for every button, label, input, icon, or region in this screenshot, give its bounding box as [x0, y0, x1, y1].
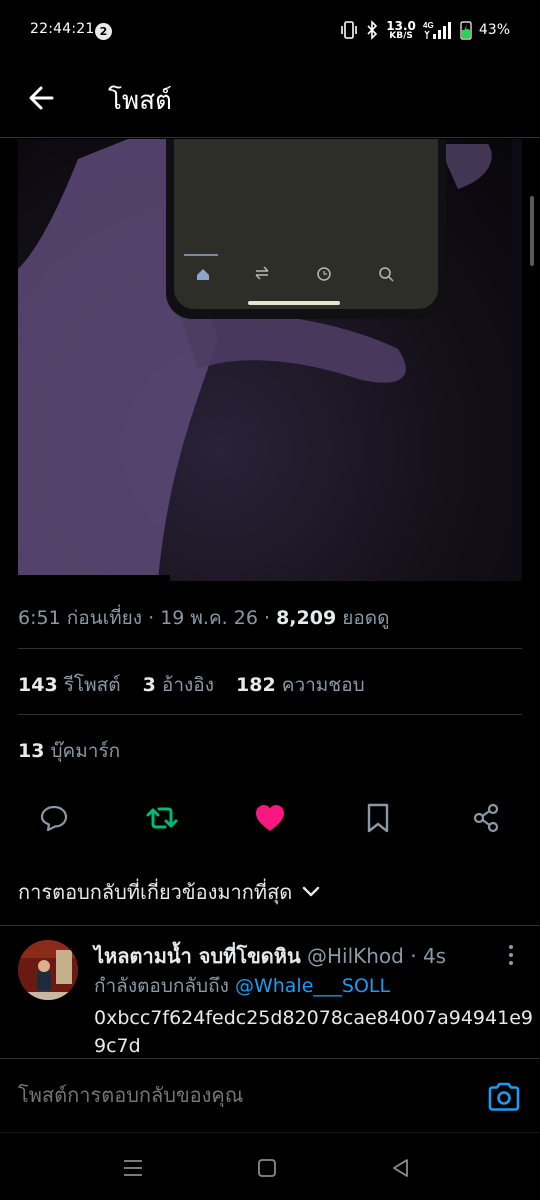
bookmark-count: 13	[18, 740, 45, 762]
repost-label: รีโพสต์	[63, 674, 121, 696]
view-count: 8,209	[276, 607, 337, 629]
bookmark-label: บุ๊คมาร์ก	[50, 740, 121, 762]
quote-label: อ้างอิง	[161, 674, 214, 696]
divider	[0, 925, 540, 926]
share-button[interactable]	[466, 798, 506, 838]
post-header: โพสต์	[0, 60, 540, 138]
bookmark-icon	[367, 803, 389, 833]
home-square-icon[interactable]	[252, 1153, 282, 1183]
reply-sort-label: การตอบกลับที่เกี่ยวข้องมากที่สุด	[18, 880, 293, 904]
camera-icon[interactable]	[486, 1079, 522, 1115]
meta-separator: ·	[263, 607, 277, 629]
page-title: โพสต์	[108, 86, 172, 116]
bluetooth-icon	[367, 20, 378, 40]
like-label: ความชอบ	[281, 674, 365, 696]
post-meta: 6:51 ก่อนเที่ยง · 19 พ.ค. 26 · 8,209 ยอด…	[18, 603, 389, 633]
repost-button[interactable]	[142, 798, 182, 838]
like-count: 182	[236, 674, 276, 696]
repost-count-link[interactable]: 143 รีโพสต์	[18, 674, 127, 696]
reply-sort-dropdown[interactable]: การตอบกลับที่เกี่ยวข้องมากที่สุด	[18, 876, 320, 908]
meta-separator: ·	[148, 607, 161, 629]
scrollbar[interactable]	[530, 196, 534, 266]
post-video[interactable]	[18, 139, 522, 581]
reply-input[interactable]	[18, 1083, 458, 1107]
reply-item[interactable]: ไหลตามน้ำ จบที่โขดหิน @HilKhod · 4s กำลั…	[0, 928, 540, 1058]
reply-author-name[interactable]: ไหลตามน้ำ จบที่โขดหิน	[94, 944, 301, 968]
reply-text: 0xbcc7f624fedc25d82078cae84007a94941e99c…	[94, 1007, 533, 1057]
bookmark-button[interactable]	[358, 798, 398, 838]
notification-count-badge: 2	[95, 23, 112, 40]
reply-header: ไหลตามน้ำ จบที่โขดหิน @HilKhod · 4s	[94, 940, 446, 972]
repost-count: 143	[18, 674, 58, 696]
like-count-link[interactable]: 182 ความชอบ	[236, 674, 365, 696]
battery-level: 43%	[478, 22, 510, 38]
post-date: 19 พ.ค. 26	[160, 607, 258, 629]
video-frame-image	[18, 139, 522, 581]
back-arrow-icon[interactable]	[24, 80, 60, 116]
battery-charging-icon	[460, 21, 472, 40]
engagement-stats: 143 รีโพสต์ 3 อ้างอิง 182 ความชอบ	[18, 670, 381, 700]
status-time: 22:44:21	[30, 21, 95, 37]
reply-age: 4s	[422, 944, 447, 968]
divider	[18, 714, 522, 715]
replying-to-label: กำลังตอบกลับถึง	[94, 975, 229, 997]
meta-separator: ·	[410, 944, 423, 968]
view-count-label: ยอดดู	[342, 607, 390, 629]
avatar-image	[18, 940, 78, 1000]
more-options-icon[interactable]	[500, 942, 522, 968]
like-button[interactable]	[250, 798, 290, 838]
system-nav-bar	[0, 1132, 540, 1200]
speech-bubble-icon	[40, 805, 68, 832]
divider	[18, 648, 522, 649]
svg-text:4G: 4G	[423, 21, 434, 30]
back-triangle-icon[interactable]	[386, 1153, 416, 1183]
replying-to-mention[interactable]: @Whale___SOLL	[235, 975, 390, 997]
share-icon	[473, 803, 499, 833]
reply-author-handle[interactable]: @HilKhod	[307, 944, 404, 968]
reply-button[interactable]	[34, 798, 74, 838]
chevron-down-icon	[303, 886, 320, 897]
menu-icon[interactable]	[118, 1153, 148, 1183]
signal-icon: 4G	[423, 21, 451, 39]
repost-icon	[146, 807, 178, 829]
replying-to: กำลังตอบกลับถึง @Whale___SOLL	[94, 971, 390, 1001]
reply-composer	[0, 1058, 540, 1132]
status-icons: 13.0 KB/S 4G 43%	[340, 18, 510, 42]
bookmark-count-link[interactable]: 13 บุ๊คมาร์ก	[18, 736, 120, 766]
heart-icon	[256, 805, 284, 831]
status-bar: 22:44:21 2 13.0 KB/S 4G 43%	[0, 0, 540, 60]
quote-count: 3	[142, 674, 156, 696]
avatar[interactable]	[18, 940, 78, 1000]
post-time: 6:51 ก่อนเที่ยง	[18, 607, 143, 629]
net-speed: 13.0 KB/S	[386, 18, 416, 41]
quote-count-link[interactable]: 3 อ้างอิง	[143, 674, 220, 696]
vibrate-icon	[341, 21, 358, 39]
